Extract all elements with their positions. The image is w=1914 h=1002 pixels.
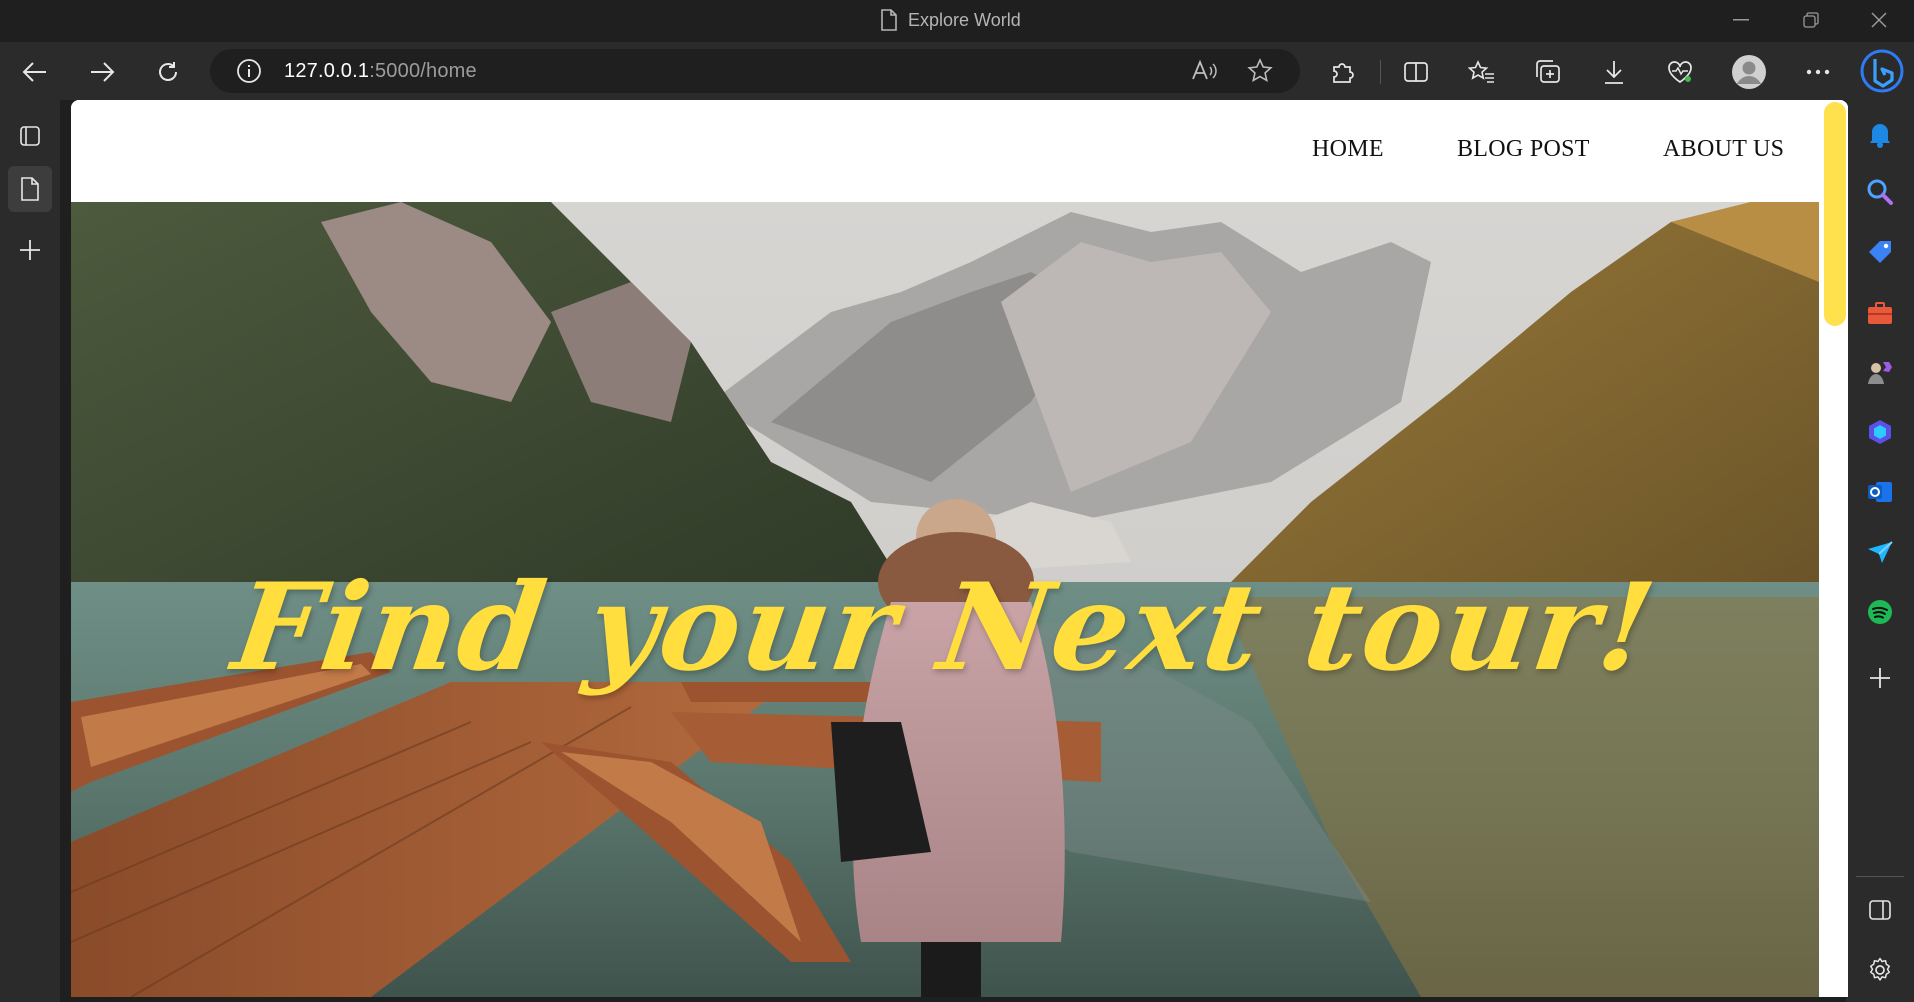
split-screen-icon (1404, 62, 1428, 82)
sidebar-settings-button[interactable] (1860, 950, 1900, 990)
tab-explore-world[interactable] (8, 166, 52, 212)
split-screen-button[interactable] (1396, 52, 1436, 92)
window-titlebar: Explore World (0, 0, 1914, 42)
info-icon[interactable] (236, 58, 262, 84)
nav-about-us-link[interactable]: ABOUT US (1663, 136, 1784, 163)
hero-headline: Find your Next tour! (225, 557, 1665, 698)
tab-actions-icon (20, 126, 40, 146)
microsoft365-icon (1869, 420, 1891, 444)
url-path: :5000/home (369, 59, 477, 82)
downloads-button[interactable] (1594, 52, 1634, 92)
refresh-icon (159, 62, 177, 81)
favorites-icon (1468, 60, 1494, 83)
tools-button[interactable] (1860, 293, 1900, 333)
shopping-tag-icon (1869, 241, 1891, 263)
games-button[interactable] (1860, 352, 1900, 392)
sidebar-toggle-icon (1869, 900, 1891, 920)
address-bar[interactable]: 127.0.0.1:5000/home (210, 49, 1300, 93)
bing-copilot-icon (1860, 49, 1904, 93)
toolbar-divider (1380, 60, 1381, 84)
restore-button[interactable] (1776, 0, 1846, 40)
read-aloud-icon[interactable] (1190, 59, 1218, 83)
forward-button[interactable] (82, 52, 122, 92)
nav-home-link[interactable]: HOME (1312, 136, 1384, 163)
drop-send-icon (1868, 541, 1893, 563)
new-tab-plus-icon (20, 240, 40, 260)
search-icon (1867, 179, 1893, 205)
refresh-button[interactable] (148, 52, 188, 92)
sidebar-toggle-button[interactable] (1860, 890, 1900, 930)
tools-briefcase-icon (1868, 302, 1892, 324)
window-title-group: Explore World (880, 9, 1021, 31)
extensions-button[interactable] (1322, 52, 1362, 92)
outlook-button[interactable] (1860, 472, 1900, 512)
extensions-icon (1333, 63, 1354, 83)
browser-essentials-button[interactable] (1660, 52, 1700, 92)
search-sidebar-button[interactable] (1860, 172, 1900, 212)
spotify-button[interactable] (1860, 592, 1900, 632)
close-button[interactable] (1844, 0, 1914, 40)
page-scrollbar-thumb[interactable] (1824, 102, 1846, 326)
tab-actions-button[interactable] (10, 116, 50, 156)
browser-toolbar: 127.0.0.1:5000/home (0, 42, 1914, 100)
bell-icon (1870, 124, 1890, 148)
profile-avatar-icon (1732, 55, 1766, 89)
sidebar-divider (1856, 876, 1904, 877)
url-host: 127.0.0.1 (284, 59, 370, 82)
shopping-button[interactable] (1860, 232, 1900, 272)
site-navbar: HOME BLOG POST ABOUT US (71, 100, 1819, 202)
profile-button[interactable] (1729, 52, 1769, 92)
window-title: Explore World (908, 9, 1021, 30)
minimize-button[interactable] (1706, 0, 1776, 40)
settings-gear-icon (1869, 957, 1891, 981)
outlook-icon (1868, 482, 1892, 502)
games-icon (1868, 362, 1892, 384)
new-tab-button[interactable] (10, 230, 50, 270)
close-icon (1871, 12, 1887, 28)
notifications-button[interactable] (1860, 114, 1900, 154)
favorite-star-icon[interactable] (1247, 58, 1273, 84)
forward-icon (91, 62, 115, 82)
page-tab-icon (21, 177, 39, 201)
hero-section: Find your Next tour! (71, 202, 1819, 997)
add-sidebar-app-button[interactable] (1860, 658, 1900, 698)
page-viewport: HOME BLOG POST ABOUT US Find your Next t… (71, 100, 1848, 997)
vertical-tabs-sidebar (0, 100, 60, 1002)
url-text[interactable]: 127.0.0.1:5000/home (284, 60, 477, 83)
add-plus-icon (1870, 668, 1890, 688)
downloads-icon (1605, 61, 1623, 84)
restore-icon (1803, 12, 1819, 28)
page-document-icon (881, 9, 897, 31)
microsoft365-button[interactable] (1860, 412, 1900, 452)
back-button[interactable] (15, 52, 55, 92)
favorites-button[interactable] (1462, 52, 1502, 92)
back-icon (22, 62, 46, 82)
more-button[interactable] (1798, 52, 1838, 92)
more-icon (1806, 69, 1830, 75)
drop-button[interactable] (1860, 532, 1900, 572)
nav-blog-post-link[interactable]: BLOG POST (1457, 136, 1590, 163)
minimize-icon (1733, 19, 1749, 21)
collections-icon (1536, 60, 1560, 83)
collections-button[interactable] (1528, 52, 1568, 92)
bing-copilot-button[interactable] (1860, 48, 1904, 94)
spotify-icon (1868, 600, 1892, 624)
browser-essentials-icon (1668, 61, 1692, 84)
